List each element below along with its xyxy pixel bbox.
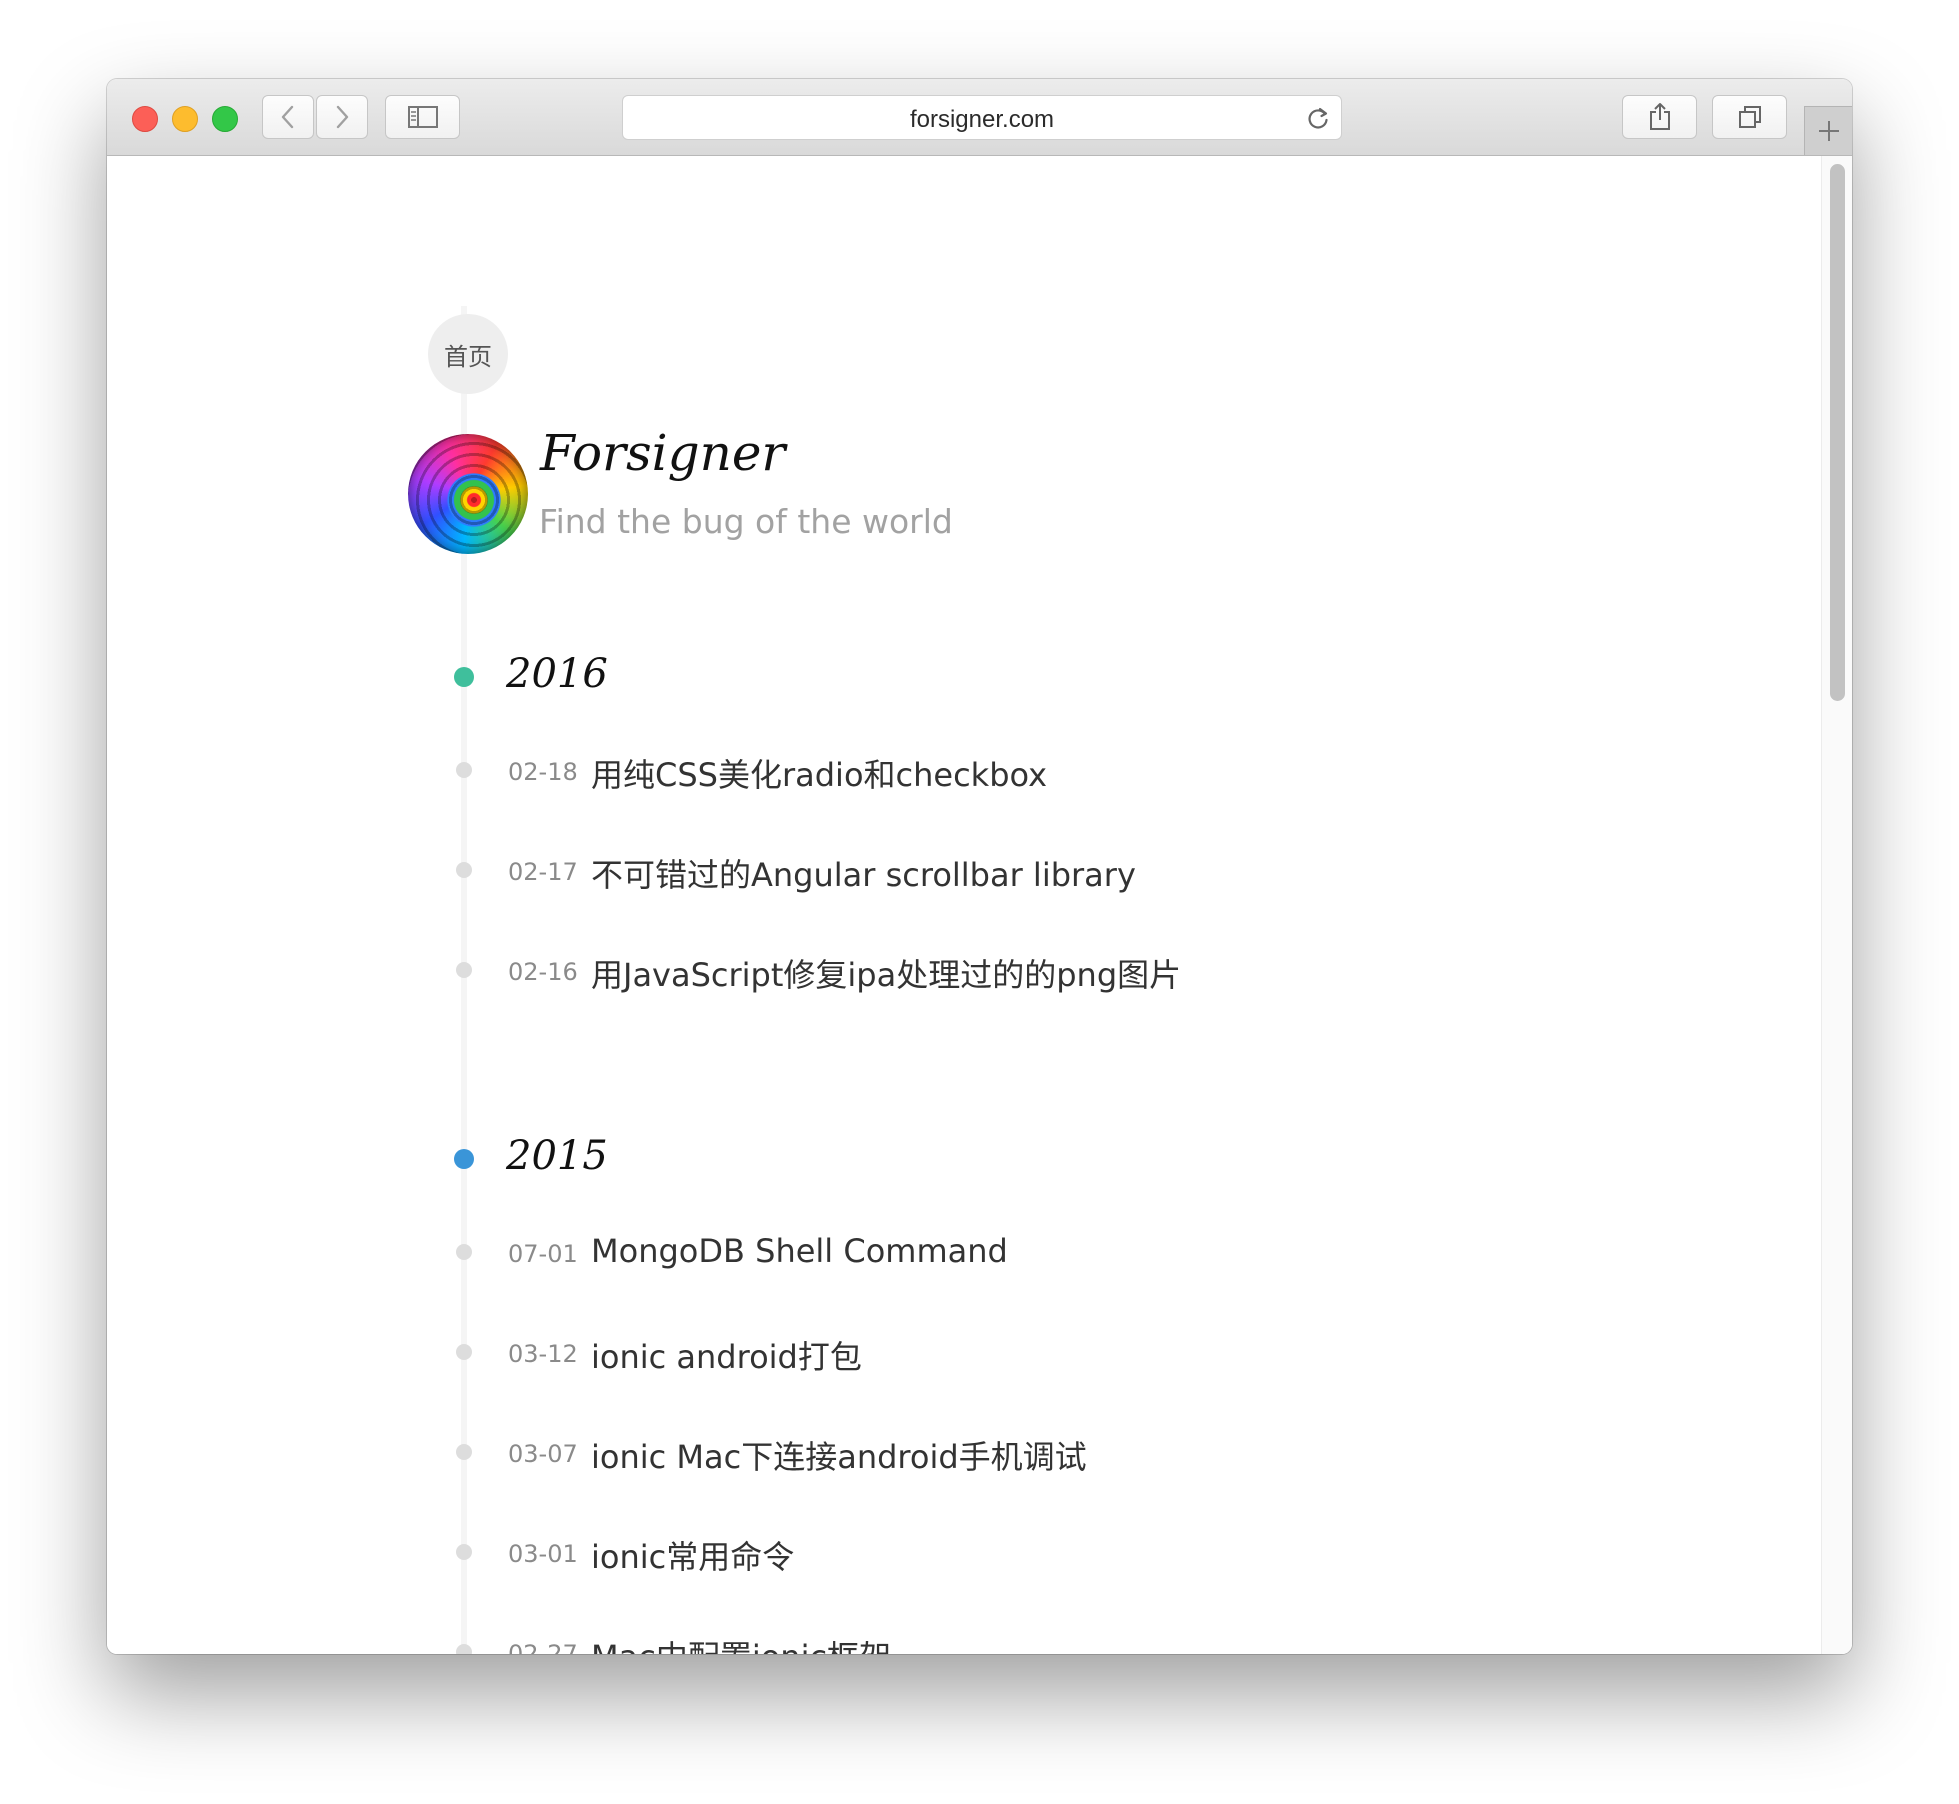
post-date: 03-01 (508, 1540, 578, 1568)
post-dot (456, 762, 472, 778)
post-item[interactable]: 02-27 Mac中配置ionic框架 (107, 1628, 1307, 1654)
post-dot (456, 1344, 472, 1360)
post-dot (456, 1244, 472, 1260)
post-dot (456, 1644, 472, 1654)
avatar[interactable] (408, 434, 528, 554)
post-date: 02-18 (508, 758, 578, 786)
post-dot (456, 1444, 472, 1460)
reload-icon[interactable] (1305, 105, 1331, 131)
post-item[interactable]: 03-01 ionic常用命令 (107, 1528, 1307, 1578)
url-text[interactable]: forsigner.com (623, 106, 1341, 134)
share-button[interactable] (1622, 95, 1697, 139)
post-title-link[interactable]: 用纯CSS美化radio和checkbox (591, 750, 1047, 796)
post-item[interactable]: 02-18 用纯CSS美化radio和checkbox (107, 746, 1307, 796)
chevron-right-icon (336, 105, 349, 129)
share-icon (1649, 103, 1670, 130)
new-tab-button[interactable] (1804, 106, 1852, 155)
tabs-icon (1738, 106, 1761, 128)
tab-overview-button[interactable] (1712, 95, 1787, 139)
year-heading-2015: 2015 (506, 1133, 608, 1179)
post-title-link[interactable]: 不可错过的Angular scrollbar library (591, 850, 1136, 896)
post-date: 02-17 (508, 858, 578, 886)
post-date: 07-01 (508, 1240, 578, 1268)
post-date: 02-27 (508, 1640, 578, 1654)
post-item[interactable]: 03-12 ionic android打包 (107, 1328, 1307, 1378)
year-dot-2015 (454, 1149, 474, 1169)
home-link[interactable]: 首页 (428, 314, 508, 394)
post-item[interactable]: 02-16 用JavaScript修复ipa处理过的的png图片 (107, 946, 1307, 996)
address-bar[interactable]: forsigner.com (622, 95, 1342, 140)
post-dot (456, 1544, 472, 1560)
browser-window: forsigner.com 首页 Forsigner Find the bug … (107, 79, 1852, 1654)
post-title-link[interactable]: ionic常用命令 (591, 1532, 794, 1578)
post-title-link[interactable]: ionic android打包 (591, 1332, 862, 1378)
site-tagline: Find the bug of the world (539, 502, 953, 541)
vertical-scrollbar[interactable] (1821, 156, 1852, 1654)
post-date: 03-12 (508, 1340, 578, 1368)
sidebar-button[interactable] (385, 95, 460, 139)
post-item[interactable]: 02-17 不可错过的Angular scrollbar library (107, 846, 1307, 896)
browser-toolbar: forsigner.com (107, 79, 1852, 156)
post-title-link[interactable]: ionic Mac下连接android手机调试 (591, 1432, 1087, 1478)
post-item[interactable]: 07-01 MongoDB Shell Command (107, 1228, 1307, 1278)
forward-button[interactable] (316, 95, 368, 139)
post-dot (456, 962, 472, 978)
scrollbar-thumb[interactable] (1830, 164, 1845, 701)
post-title-link[interactable]: MongoDB Shell Command (591, 1232, 1008, 1270)
sidebar-icon (407, 106, 438, 128)
post-title-link[interactable]: Mac中配置ionic框架 (591, 1632, 891, 1654)
post-date: 02-16 (508, 958, 578, 986)
post-title-link[interactable]: 用JavaScript修复ipa处理过的的png图片 (591, 950, 1181, 996)
close-window-button[interactable] (132, 106, 158, 132)
post-date: 03-07 (508, 1440, 578, 1468)
site-title[interactable]: Forsigner (540, 424, 785, 482)
page-content: 首页 Forsigner Find the bug of the world 2… (107, 156, 1852, 1654)
chevron-left-icon (281, 105, 294, 129)
year-heading-2016: 2016 (506, 651, 608, 697)
post-item[interactable]: 03-07 ionic Mac下连接android手机调试 (107, 1428, 1307, 1478)
post-dot (456, 862, 472, 878)
year-dot-2016 (454, 667, 474, 687)
plus-icon (1818, 121, 1839, 141)
minimize-window-button[interactable] (172, 106, 198, 132)
maximize-window-button[interactable] (212, 106, 238, 132)
back-button[interactable] (262, 95, 314, 139)
